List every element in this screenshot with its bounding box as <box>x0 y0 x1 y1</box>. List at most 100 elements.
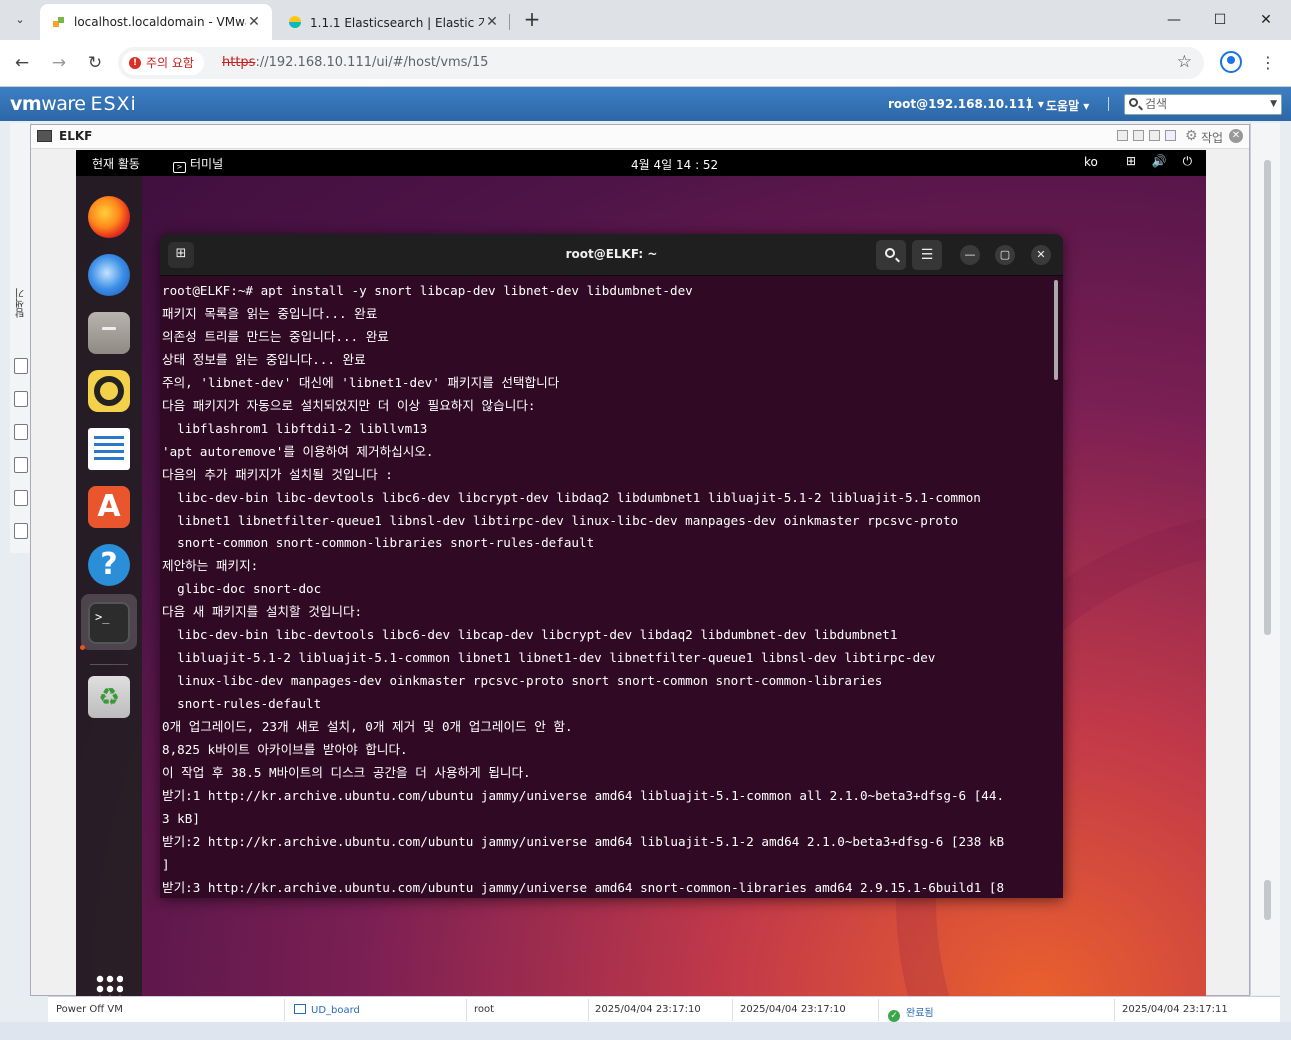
ctrl-alt-del-icon[interactable] <box>1149 130 1160 141</box>
clock[interactable]: 4월 4일 14 : 52 <box>631 156 718 173</box>
libreoffice-writer-icon[interactable] <box>88 428 130 470</box>
column-divider <box>284 999 285 1021</box>
browser-menu-icon[interactable]: ⋮ <box>1258 51 1278 75</box>
warning-icon: ! <box>129 57 141 69</box>
profile-avatar-icon[interactable] <box>1220 51 1242 73</box>
close-icon[interactable]: ✕ <box>1031 245 1051 265</box>
column-divider <box>878 999 879 1021</box>
fit-window-icon[interactable] <box>1117 130 1128 141</box>
address-bar[interactable]: ! 주의 요함 https://192.168.10.111/ui/#/host… <box>118 47 1204 79</box>
fullscreen-icon[interactable] <box>1133 130 1144 141</box>
ubuntu-software-icon[interactable]: A <box>88 486 130 528</box>
close-tab-icon[interactable]: ✕ <box>484 14 500 30</box>
terminal-line: 받기:1 http://kr.archive.ubuntu.com/ubuntu… <box>162 787 1005 803</box>
list-icon[interactable] <box>14 523 28 539</box>
terminal-output[interactable]: root@ELKF:~# apt install -y snort libcap… <box>162 280 1052 898</box>
app-menu[interactable]: > 터미널 <box>173 155 223 173</box>
storage-icon[interactable] <box>14 424 28 440</box>
terminal-scrollbar[interactable] <box>1054 280 1058 380</box>
elastic-favicon-icon <box>289 16 301 28</box>
gear-icon[interactable]: ⚙ <box>1185 128 1198 144</box>
security-warning-chip[interactable]: ! 주의 요함 <box>122 51 204 75</box>
bookmark-star-icon[interactable]: ☆ <box>1177 52 1192 72</box>
tab-search-chevron-icon[interactable]: ⌄ <box>8 8 32 32</box>
vmware-esxi-logo: vmware ESXi <box>10 93 137 115</box>
guest-desktop[interactable]: 현재 활동 > 터미널 4월 4일 14 : 52 ko ⊞ 🔊 ⏻ A ? >_… <box>76 150 1206 996</box>
maximize-icon[interactable]: ▢ <box>995 245 1015 265</box>
activities-button[interactable]: 현재 활동 <box>92 155 140 172</box>
navigator-panel: 탐색기 <box>10 123 32 553</box>
help-menu[interactable]: 도움말 ▾ <box>1046 97 1089 114</box>
recent-tasks-row[interactable]: Power Off VM UD_board root 2025/04/04 23… <box>48 996 1280 1022</box>
terminal-line: libnet1 libnetfilter-queue1 libnsl-dev l… <box>162 512 959 528</box>
url-scheme: https <box>222 55 256 70</box>
chevron-down-icon[interactable]: ▼ <box>1270 95 1277 114</box>
terminal-headerbar: ⊞ root@ELKF: ~ ☰ — ▢ ✕ <box>160 234 1063 276</box>
thunderbird-icon[interactable] <box>88 254 130 296</box>
forward-arrow-icon[interactable]: → <box>47 51 71 75</box>
vmware-favicon-icon <box>53 17 64 27</box>
terminal-icon[interactable]: >_ <box>88 602 130 644</box>
minimize-window-button[interactable]: — <box>1151 6 1197 34</box>
terminal-line: root@ELKF:~# apt install -y snort libcap… <box>162 283 693 298</box>
hamburger-menu-icon[interactable]: ☰ <box>912 240 942 270</box>
system-tray[interactable]: ⊞ 🔊 ⏻ <box>1126 154 1198 169</box>
terminal-line: 0개 업그레이드, 23개 새로 설치, 0개 제거 및 0개 업그레이드 안 … <box>162 719 573 735</box>
vertical-scrollbar[interactable] <box>1264 160 1271 635</box>
terminal-window[interactable]: ⊞ root@ELKF: ~ ☰ — ▢ ✕ root@ELKF:~# apt … <box>160 234 1063 898</box>
terminal-search-button[interactable] <box>876 240 906 270</box>
vm-icon[interactable] <box>14 391 28 407</box>
user-menu[interactable]: root@192.168.10.111 ▾ <box>888 97 1044 111</box>
close-console-icon[interactable]: ✕ <box>1229 129 1243 143</box>
maximize-window-button[interactable]: ☐ <box>1197 6 1243 34</box>
search-icon <box>1129 98 1138 107</box>
firefox-icon[interactable] <box>88 196 130 238</box>
monitor-icon[interactable] <box>14 490 28 506</box>
help-icon[interactable]: ? <box>88 544 130 586</box>
search-icon <box>885 248 895 258</box>
new-tab-button[interactable]: + <box>520 8 544 32</box>
footer-strip <box>0 1022 1291 1040</box>
navigator-label[interactable]: 탐색기 <box>14 288 29 318</box>
task-target-link[interactable]: UD_board <box>294 1004 360 1016</box>
security-warning-label: 주의 요함 <box>146 56 194 70</box>
close-window-button[interactable]: ✕ <box>1243 6 1289 34</box>
trash-icon[interactable]: ♻ <box>88 676 130 718</box>
column-divider <box>588 999 589 1021</box>
minimize-icon[interactable]: — <box>960 245 980 265</box>
header-divider <box>1028 97 1029 111</box>
column-divider <box>466 999 467 1021</box>
vm-console-titlebar: ELKF ⚙ 작업 ✕ <box>31 125 1249 149</box>
esxi-header: vmware ESXi root@192.168.10.111 ▾ 도움말 ▾ 검… <box>0 87 1291 121</box>
header-divider <box>1108 97 1109 111</box>
tab-elastic[interactable]: 1.1.1 Elasticsearch | Elastic 가이 ✕ <box>276 4 510 40</box>
reload-icon[interactable]: ↻ <box>83 51 107 75</box>
url-text[interactable]: https://192.168.10.111/ui/#/host/vms/15 <box>222 55 488 70</box>
terminal-line: libluajit-5.1-2 libluajit-5.1-common lib… <box>162 650 936 666</box>
vertical-scrollbar-lower[interactable] <box>1264 880 1271 920</box>
show-apps-grid-icon[interactable] <box>95 974 123 996</box>
back-arrow-icon[interactable]: ← <box>10 51 34 75</box>
check-icon: ✓ <box>888 1010 900 1022</box>
input-language[interactable]: ko <box>1084 155 1098 169</box>
tab-title: localhost.localdomain - VMware <box>74 15 246 29</box>
vm-icon <box>294 1004 306 1014</box>
vm-name: ELKF <box>59 129 93 143</box>
rhythmbox-icon[interactable] <box>88 370 130 412</box>
terminal-line: 다음 패키지가 자동으로 설치되었지만 더 이상 필요하지 않습니다: <box>162 397 536 413</box>
files-icon[interactable] <box>88 312 130 354</box>
network-icon[interactable] <box>14 457 28 473</box>
close-tab-icon[interactable]: ✕ <box>246 14 262 30</box>
terminal-line: linux-libc-dev manpages-dev oinkmaster r… <box>162 673 883 689</box>
terminal-line: 받기:2 http://kr.archive.ubuntu.com/ubuntu… <box>162 833 1005 849</box>
terminal-line: 상태 정보를 읽는 중입니다... 완료 <box>162 351 366 367</box>
tab-vmware[interactable]: localhost.localdomain - VMware ✕ <box>40 4 272 40</box>
browser-toolbar: ← → ↻ ! 주의 요함 https://192.168.10.111/ui/… <box>0 40 1291 87</box>
actions-menu[interactable]: 작업 <box>1201 129 1223 146</box>
host-icon[interactable] <box>14 358 28 374</box>
terminal-icon: > <box>173 162 186 173</box>
esxi-search-input[interactable]: 검색 ▼ <box>1124 94 1282 115</box>
task-completed-time: 2025/04/04 23:17:11 <box>1122 1004 1228 1015</box>
ubuntu-dock: A ? >_ ♻ <box>76 176 142 996</box>
keyboard-layout-icon[interactable] <box>1165 130 1176 141</box>
